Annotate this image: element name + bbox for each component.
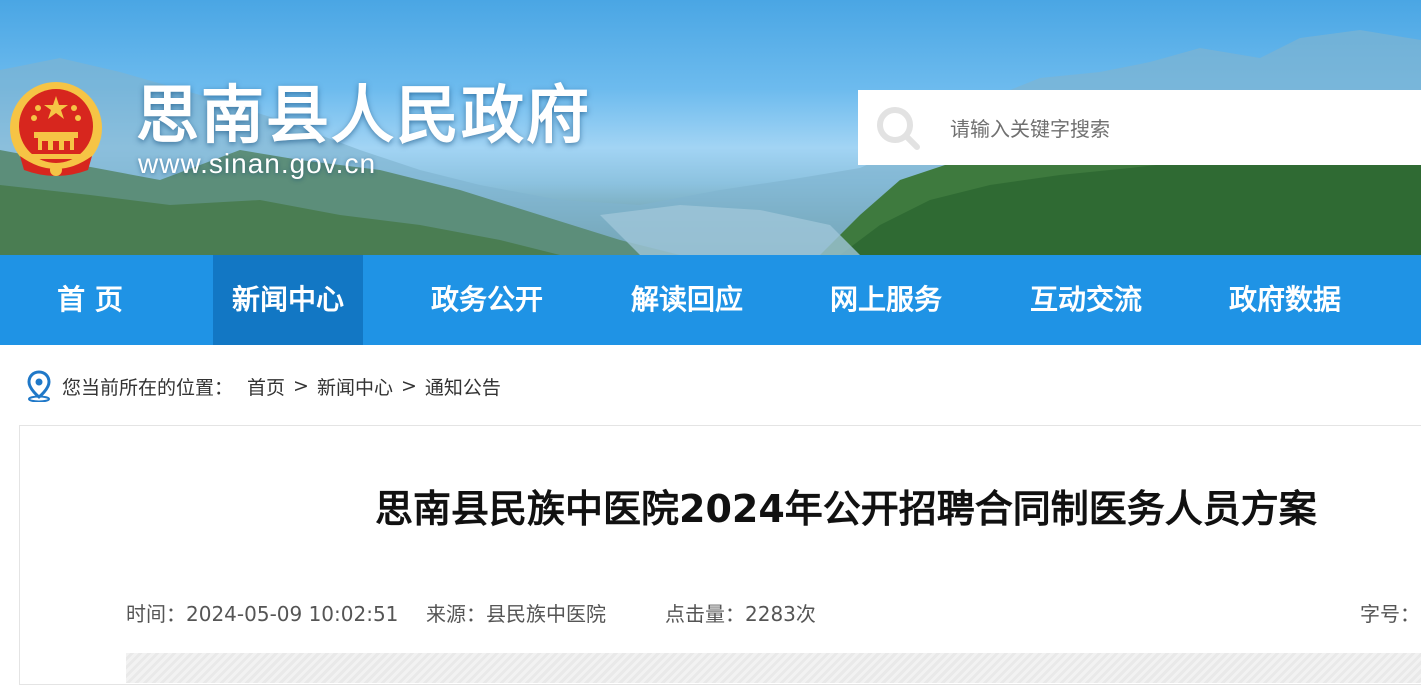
- article-time: 时间：2024-05-09 10:02:51: [126, 602, 399, 626]
- nav-item-government-data[interactable]: 政府数据: [1210, 255, 1360, 345]
- article-views: 点击量：2283次: [665, 602, 816, 626]
- article-title: 思南县民族中医院2024年公开招聘合同制医务人员方案: [375, 487, 1317, 531]
- main-nav: 首 页 新闻中心 政务公开 解读回应 网上服务 互动交流 政府数据: [0, 255, 1421, 345]
- site-title: 思南县人民政府: [136, 79, 591, 152]
- breadcrumb-separator: >: [293, 375, 309, 397]
- nav-item-home[interactable]: 首 页: [0, 255, 180, 345]
- breadcrumb-link-home[interactable]: 首页: [247, 373, 285, 400]
- nav-item-interaction[interactable]: 互动交流: [1011, 255, 1161, 345]
- national-emblem-icon: [10, 82, 102, 176]
- nav-item-news-center[interactable]: 新闻中心: [213, 255, 363, 345]
- nav-item-online-services[interactable]: 网上服务: [811, 255, 961, 345]
- breadcrumb-link-news-center[interactable]: 新闻中心: [317, 373, 393, 400]
- search-icon[interactable]: [874, 104, 922, 152]
- breadcrumb-link-notices[interactable]: 通知公告: [425, 373, 501, 400]
- breadcrumb-separator: >: [400, 375, 417, 397]
- search-box[interactable]: [858, 90, 1421, 165]
- article-panel: 思南县民族中医院2024年公开招聘合同制医务人员方案 时间：2024-05-09…: [19, 425, 1421, 685]
- article-content-area: [126, 653, 1421, 683]
- breadcrumb-prefix: 您当前所在的位置：: [62, 376, 234, 399]
- header-banner: 思南县人民政府 www.sinan.gov.cn: [0, 0, 1421, 255]
- nav-item-interpretation[interactable]: 解读回应: [612, 255, 762, 345]
- breadcrumb: 您当前所在的位置： 首页 > 新闻中心 > 通知公告: [26, 368, 501, 404]
- site-url: www.sinan.gov.cn: [138, 148, 377, 179]
- article-source: 来源：县民族中医院: [426, 602, 606, 626]
- font-size-label: 字号：: [1360, 602, 1420, 626]
- nav-item-government-affairs[interactable]: 政务公开: [412, 255, 562, 345]
- search-input[interactable]: [948, 108, 1412, 150]
- location-pin-icon: [27, 370, 51, 402]
